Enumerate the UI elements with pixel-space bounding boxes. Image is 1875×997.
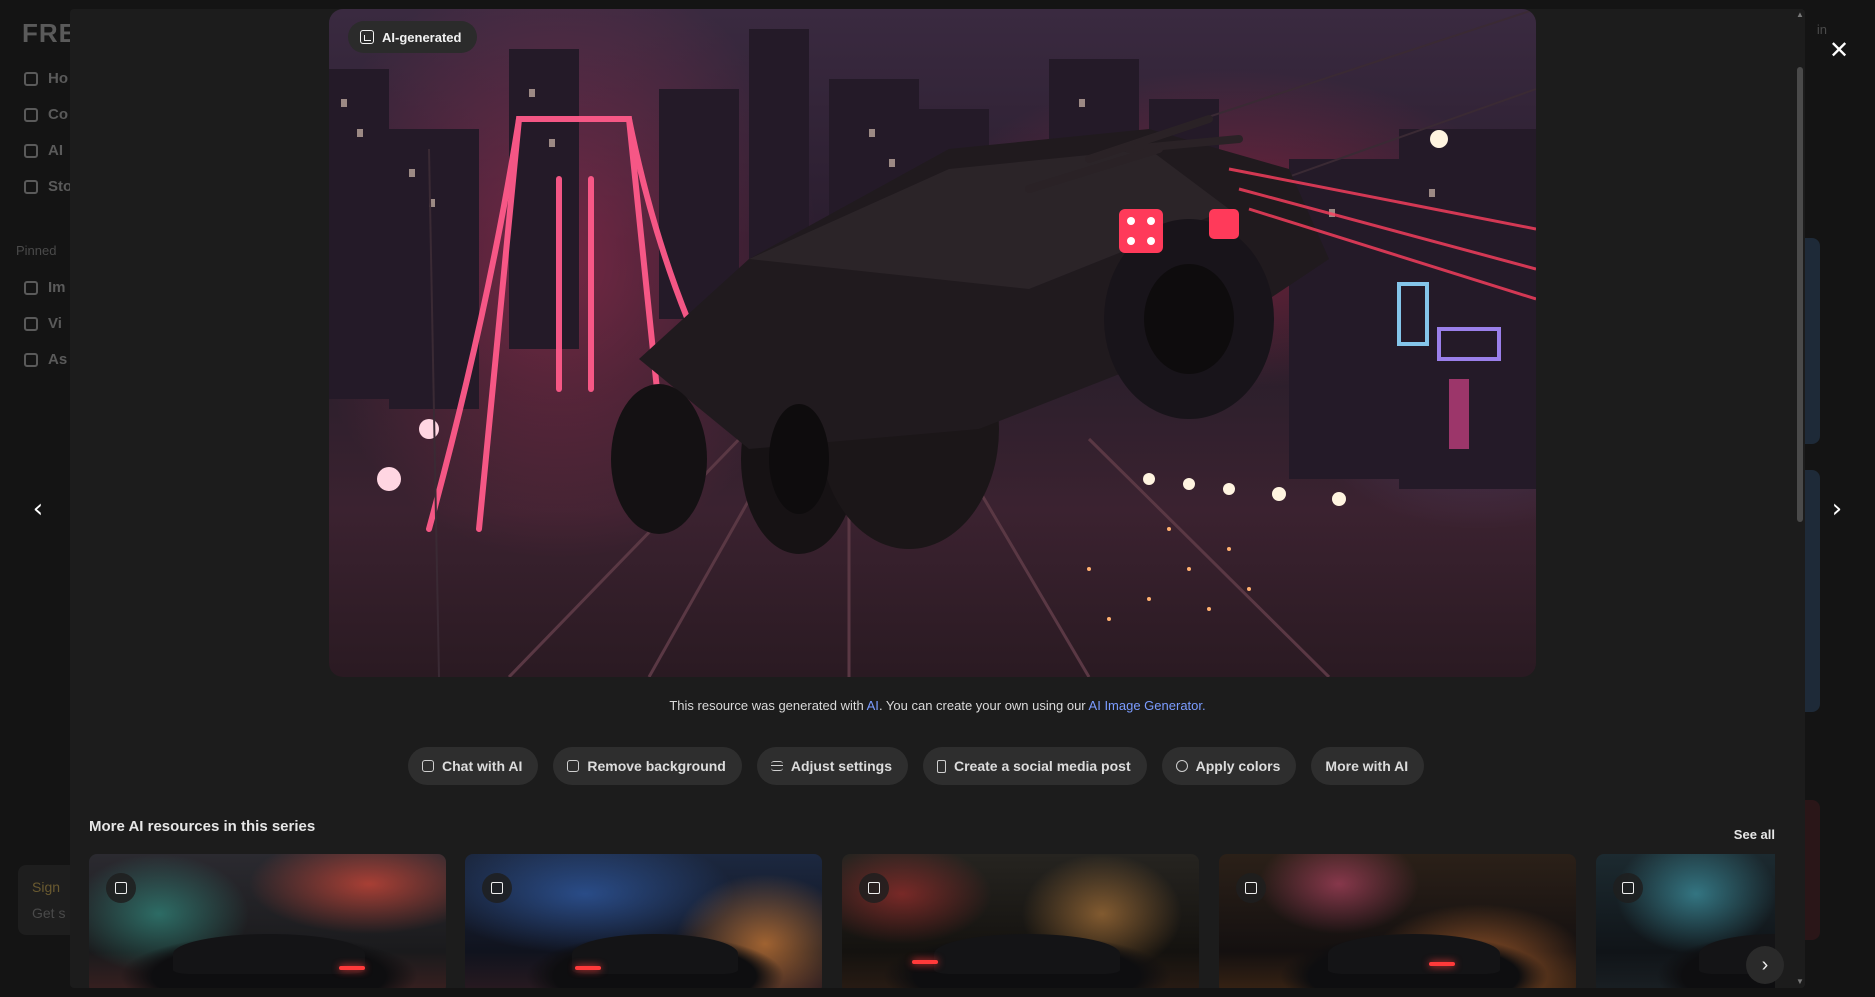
- site-logo: FRE: [22, 18, 77, 48]
- ai-actions-toolbar: Chat with AI Remove background Adjust se…: [408, 747, 1425, 785]
- bg-pinned-label: Pinned: [16, 243, 57, 258]
- globe-icon: [24, 107, 38, 122]
- phone-icon: [936, 759, 946, 773]
- series-thumbnail[interactable]: [842, 854, 1199, 988]
- carousel-next-button[interactable]: ›: [1746, 946, 1784, 984]
- asset-icon: [24, 352, 38, 367]
- modal-scrollbar[interactable]: ▲ ▼: [1795, 9, 1805, 988]
- series-carousel: [89, 854, 1775, 988]
- palette-icon: [1175, 760, 1188, 772]
- more-with-ai-button[interactable]: More with AI: [1311, 747, 1425, 785]
- series-thumbnail[interactable]: [89, 854, 446, 988]
- thumbnail-car: [1279, 934, 1549, 988]
- close-icon: ✕: [1828, 36, 1850, 64]
- series-thumbnail[interactable]: [1219, 854, 1576, 988]
- thumbnail-car: [525, 934, 785, 988]
- bg-pinned-videos: Vi: [24, 315, 62, 332]
- ai-link[interactable]: AI: [867, 698, 879, 713]
- generation-caption: This resource was generated with AI. You…: [669, 698, 1206, 713]
- create-social-post-button[interactable]: Create a social media post: [922, 747, 1147, 785]
- series-section-title: More AI resources in this series: [89, 818, 316, 835]
- ai-image-icon: [1236, 873, 1266, 903]
- scroll-down-arrow-icon[interactable]: ▼: [1796, 978, 1804, 986]
- chevron-right-icon: ›: [1761, 953, 1769, 976]
- hero-image[interactable]: AI-generated: [329, 9, 1536, 677]
- image-icon: [24, 280, 38, 295]
- bg-pinned-assets: As: [24, 351, 67, 368]
- scroll-up-arrow-icon[interactable]: ▲: [1796, 11, 1804, 19]
- chevron-right-icon: ›: [1831, 494, 1843, 524]
- home-icon: [24, 71, 38, 86]
- sparkle-icon: [24, 143, 38, 158]
- close-modal-button[interactable]: ✕: [1827, 38, 1851, 62]
- previous-resource-button[interactable]: ‹: [25, 496, 51, 522]
- ai-image-icon: [106, 873, 136, 903]
- chat-with-ai-button[interactable]: Chat with AI: [408, 747, 539, 785]
- bg-pinned-images: Im: [24, 279, 66, 296]
- bg-sign-in: in: [1816, 22, 1827, 37]
- series-thumbnail[interactable]: [465, 854, 822, 988]
- adjust-settings-button[interactable]: Adjust settings: [756, 747, 908, 785]
- resource-modal: AI-generated This resource was generated…: [70, 9, 1805, 988]
- bg-nav-home: Ho: [24, 70, 68, 87]
- sliders-icon: [770, 761, 783, 771]
- next-resource-button[interactable]: ›: [1824, 496, 1850, 522]
- hero-artwork: [329, 9, 1536, 677]
- ai-image-icon: [859, 873, 889, 903]
- chat-icon: [422, 760, 434, 772]
- bg-nav-stock: Sto: [24, 178, 72, 195]
- bg-nav-collections: Co: [24, 106, 68, 123]
- remove-background-icon: [567, 760, 580, 772]
- ai-generated-badge: AI-generated: [348, 21, 478, 53]
- bg-nav-ai: AI: [24, 142, 63, 159]
- chevron-left-icon: ‹: [32, 494, 44, 524]
- ai-image-icon: [360, 30, 374, 44]
- scrollbar-thumb[interactable]: [1797, 67, 1803, 522]
- ai-image-icon: [482, 873, 512, 903]
- apply-colors-button[interactable]: Apply colors: [1161, 747, 1297, 785]
- ai-image-icon: [1613, 873, 1643, 903]
- search-icon: [24, 179, 38, 194]
- thumbnail-car: [119, 934, 419, 988]
- ai-image-generator-link[interactable]: AI Image Generator.: [1089, 698, 1206, 713]
- see-all-link[interactable]: See all: [1734, 827, 1775, 842]
- remove-background-button[interactable]: Remove background: [553, 747, 742, 785]
- video-icon: [24, 316, 38, 331]
